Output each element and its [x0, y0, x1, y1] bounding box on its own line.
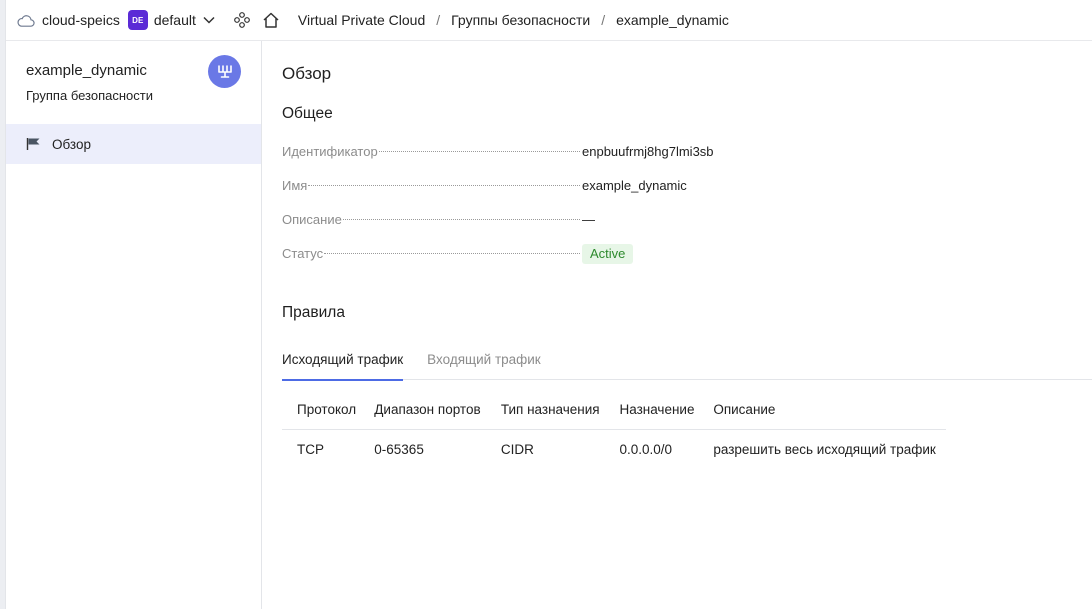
property-row-status: Статус Active: [282, 242, 742, 276]
status-badge: Active: [582, 244, 634, 264]
security-group-icon: [208, 55, 241, 88]
property-key: Описание: [282, 212, 342, 227]
table-header-row: Протокол Диапазон портов Тип назначения …: [282, 390, 946, 430]
cloud-name[interactable]: cloud-speics: [42, 12, 120, 28]
property-value-description: —: [582, 212, 595, 227]
main-content: Обзор Общее Идентификатор enpbuufrmj8hg7…: [282, 41, 1092, 609]
sidebar-item-overview[interactable]: Обзор: [6, 124, 261, 164]
property-value-name: example_dynamic: [582, 178, 687, 193]
cell-destination-type: CIDR: [500, 441, 534, 457]
property-key: Имя: [282, 178, 308, 193]
cell-destination: 0.0.0.0/0: [619, 441, 673, 457]
property-row-name: Имя example_dynamic: [282, 174, 742, 208]
cell-protocol: TCP: [297, 441, 324, 457]
breadcrumb-current: example_dynamic: [616, 12, 729, 28]
table-row[interactable]: TCP 0-65365 CIDR 0.0.0.0/0 разрешить вес…: [282, 429, 946, 469]
breadcrumb-vpc[interactable]: Virtual Private Cloud: [298, 12, 425, 28]
traffic-tabs: Исходящий трафик Входящий трафик: [282, 344, 1092, 381]
rules-section-title: Правила: [282, 304, 345, 321]
app-window: cloud-speics DE default Virtual Private …: [0, 0, 1092, 609]
rules-table: Протокол Диапазон портов Тип назначения …: [282, 390, 946, 469]
flag-icon: [26, 137, 42, 151]
cell-description: разрешить весь исходящий трафик: [713, 441, 936, 457]
column-header-destination[interactable]: Назначение: [604, 390, 699, 430]
general-section-title: Общее: [282, 105, 333, 122]
property-value-id[interactable]: enpbuufrmj8hg7lmi3sb: [582, 140, 714, 163]
breadcrumb-security-groups[interactable]: Группы безопасности: [451, 12, 590, 28]
home-icon[interactable]: [262, 11, 280, 29]
tab-egress[interactable]: Исходящий трафик: [282, 344, 404, 381]
chevron-down-icon[interactable]: [203, 14, 215, 26]
resource-subtitle: Группа безопасности: [26, 88, 153, 103]
top-bar: cloud-speics DE default Virtual Private …: [6, 0, 1092, 41]
cell-port-range: 0-65365: [374, 441, 424, 457]
sidebar-item-label: Обзор: [52, 136, 91, 152]
column-header-protocol[interactable]: Протокол: [282, 390, 360, 430]
property-row-id: Идентификатор enpbuufrmj8hg7lmi3sb: [282, 140, 742, 174]
sidebar: example_dynamic Группа безопасности Обзо…: [6, 41, 262, 609]
folder-badge[interactable]: DE: [127, 10, 148, 30]
column-header-description[interactable]: Описание: [698, 390, 946, 430]
column-header-port-range[interactable]: Диапазон портов: [359, 390, 486, 430]
properties-list: Идентификатор enpbuufrmj8hg7lmi3sb Имя e…: [282, 140, 742, 276]
property-key: Идентификатор: [282, 144, 378, 159]
cloud-icon[interactable]: [17, 13, 35, 27]
tab-ingress[interactable]: Входящий трафик: [427, 344, 541, 380]
page-title: Обзор: [282, 64, 332, 83]
column-header-destination-type[interactable]: Тип назначения: [485, 390, 605, 430]
property-key: Статус: [282, 246, 324, 261]
folder-name[interactable]: default: [154, 12, 196, 28]
resource-title: example_dynamic: [26, 62, 147, 79]
breadcrumb-separator: /: [436, 12, 441, 28]
property-row-description: Описание —: [282, 208, 742, 242]
breadcrumb-separator: /: [601, 12, 606, 28]
services-icon[interactable]: [233, 12, 250, 28]
